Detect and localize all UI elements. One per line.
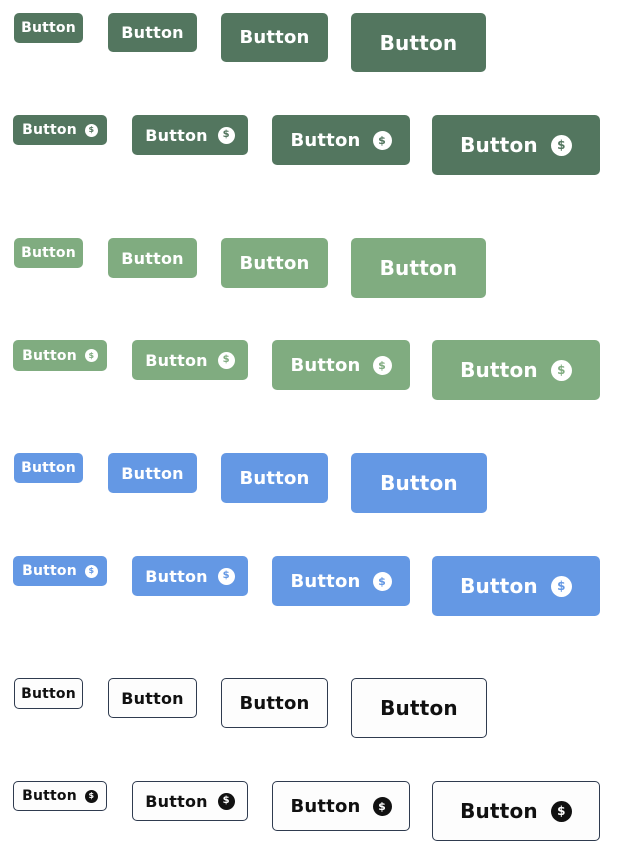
button-label: Button [21,20,76,36]
button-label: Button [22,122,77,138]
button-label: Button [145,566,208,586]
button-label: Button [379,256,458,280]
button-label: Button [290,570,361,592]
button-label: Button [21,460,76,476]
dollar-circle-icon: $ [217,351,235,369]
dollar-circle-icon: $ [550,800,572,822]
dollar-circle-icon: $ [84,349,98,362]
button-label: Button [460,358,538,382]
light-green-button-sm[interactable]: Button [108,238,197,278]
blue-button-md[interactable]: Button [221,453,328,503]
button-label: Button [145,791,208,811]
dollar-circle-icon: $ [372,130,392,150]
button-label: Button [379,30,458,55]
dollar-circle-icon: $ [217,567,235,585]
outline-button-md[interactable]: Button [221,678,328,728]
button-label: Button [460,574,538,598]
blue-button-lg[interactable]: Button [351,453,487,513]
light-green-button-md[interactable]: Button [221,238,328,288]
button-label: Button [21,685,76,702]
outline-button-xs[interactable]: Button [14,678,83,709]
button-label: Button [380,696,458,720]
dollar-circle-icon: $ [84,123,98,137]
button-label: Button [460,799,538,823]
button-label: Button [121,688,184,708]
dark-green-icon-button-sm[interactable]: Button $ [132,115,248,155]
button-label: Button [460,133,538,157]
dollar-circle-icon: $ [550,359,572,381]
button-label: Button [145,350,208,370]
button-label: Button [290,129,361,151]
blue-icon-button-xs[interactable]: Button $ [13,556,107,586]
dark-green-icon-button-xs[interactable]: Button $ [13,115,107,145]
light-green-icon-button-lg[interactable]: Button $ [432,340,600,400]
dark-green-icon-button-md[interactable]: Button $ [272,115,410,165]
dark-green-button-lg[interactable]: Button [351,13,486,72]
dollar-circle-icon: $ [84,789,98,803]
outline-icon-button-md[interactable]: Button $ [272,781,410,831]
button-label: Button [145,125,208,145]
button-label: Button [239,27,310,48]
dollar-circle-icon: $ [84,564,98,578]
outline-icon-button-xs[interactable]: Button $ [13,781,107,811]
dollar-circle-icon: $ [372,796,392,816]
dark-green-button-sm[interactable]: Button [108,13,197,52]
button-label: Button [239,692,310,714]
button-label: Button [22,788,77,804]
outline-icon-button-lg[interactable]: Button $ [432,781,600,841]
button-label: Button [290,795,361,817]
blue-icon-button-md[interactable]: Button $ [272,556,410,606]
dark-green-button-md[interactable]: Button [221,13,328,62]
dark-green-button-xs[interactable]: Button [14,13,83,43]
button-label: Button [22,563,77,579]
dollar-circle-icon: $ [550,575,572,597]
light-green-button-lg[interactable]: Button [351,238,486,298]
outline-icon-button-sm[interactable]: Button $ [132,781,248,821]
button-label: Button [239,252,310,274]
button-label: Button [121,23,184,42]
dollar-circle-icon: $ [217,792,235,810]
blue-icon-button-lg[interactable]: Button $ [432,556,600,616]
dark-green-icon-button-lg[interactable]: Button $ [432,115,600,175]
outline-button-sm[interactable]: Button [108,678,197,718]
dollar-circle-icon: $ [372,355,392,375]
dollar-circle-icon: $ [372,571,392,591]
dollar-circle-icon: $ [217,126,235,144]
light-green-button-xs[interactable]: Button [14,238,83,268]
outline-button-lg[interactable]: Button [351,678,487,738]
blue-icon-button-sm[interactable]: Button $ [132,556,248,596]
dollar-circle-icon: $ [550,134,572,156]
button-label: Button [121,248,184,268]
button-label: Button [21,245,76,261]
blue-button-sm[interactable]: Button [108,453,197,493]
button-label: Button [121,463,184,483]
button-label: Button [22,347,77,364]
button-label: Button [239,467,310,489]
light-green-icon-button-md[interactable]: Button $ [272,340,410,390]
light-green-icon-button-xs[interactable]: Button $ [13,340,107,371]
button-label: Button [380,471,458,495]
light-green-icon-button-sm[interactable]: Button $ [132,340,248,380]
blue-button-xs[interactable]: Button [14,453,83,483]
button-label: Button [290,354,361,376]
